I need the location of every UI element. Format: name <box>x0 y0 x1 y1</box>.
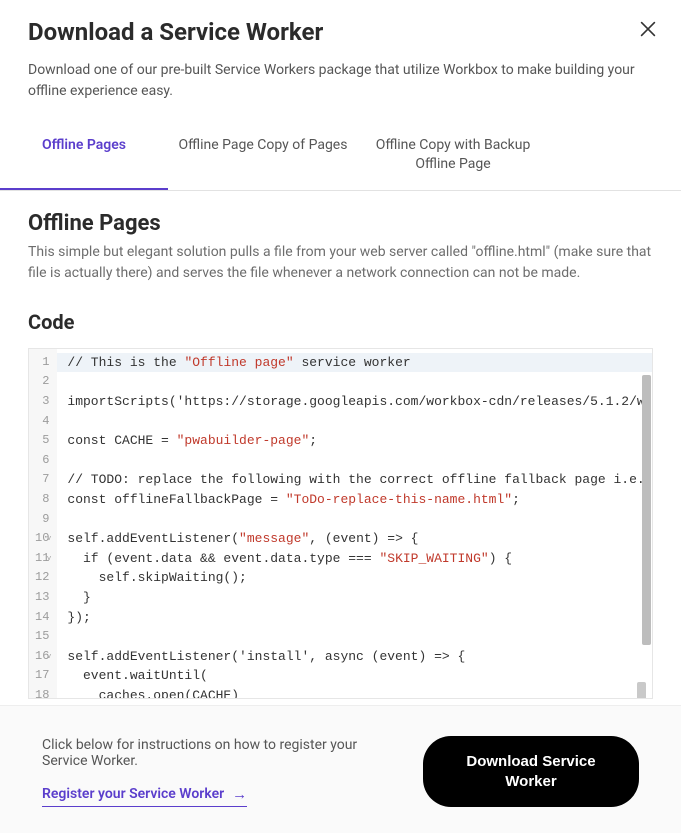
code-heading: Code <box>28 310 653 334</box>
line-number: 2 <box>35 372 49 392</box>
content-scrollbar-thumb[interactable] <box>642 375 651 645</box>
modal-title: Download a Service Worker <box>28 18 653 46</box>
line-number: 13 <box>35 588 49 608</box>
code-line <box>67 510 652 530</box>
code-line: // TODO: replace the following with the … <box>67 470 652 490</box>
code-line: self.addEventListener('install', async (… <box>67 647 652 667</box>
code-editor[interactable]: 12345678910˅11˅1213141516˅1718 // This i… <box>28 348 653 699</box>
editor-scrollbar-thumb[interactable] <box>637 682 646 699</box>
code-line: const CACHE = "pwabuilder-page"; <box>67 431 652 451</box>
line-number-gutter: 12345678910˅11˅1213141516˅1718 <box>29 349 57 698</box>
tab-offline-copy-backup[interactable]: Offline Copy with Backup Offline Page <box>358 120 548 190</box>
code-line: self.addEventListener("message", (event)… <box>67 529 652 549</box>
line-number: 12 <box>35 568 49 588</box>
section-description: This simple but elegant solution pulls a… <box>28 242 653 284</box>
arrow-right-icon: → <box>232 785 247 803</box>
fold-icon[interactable]: ˅ <box>47 530 52 550</box>
code-line: if (event.data && event.data.type === "S… <box>67 549 652 569</box>
line-number: 10˅ <box>35 529 49 549</box>
footer-hint: Click below for instructions on how to r… <box>42 737 405 769</box>
line-number: 15 <box>35 627 49 647</box>
tab-offline-page-copy[interactable]: Offline Page Copy of Pages <box>168 120 358 190</box>
code-line: importScripts('https://storage.googleapi… <box>67 392 652 412</box>
code-line: } <box>67 588 652 608</box>
line-number: 14 <box>35 608 49 628</box>
line-number: 8 <box>35 490 49 510</box>
code-line: self.skipWaiting(); <box>67 568 652 588</box>
code-line: }); <box>67 608 652 628</box>
line-number: 3 <box>35 392 49 412</box>
fold-icon[interactable]: ˅ <box>47 550 52 570</box>
modal-subtitle: Download one of our pre-built Service Wo… <box>0 46 681 102</box>
footer: Click below for instructions on how to r… <box>0 705 681 833</box>
content-area: Offline Pages This simple but elegant so… <box>0 191 681 705</box>
code-line <box>67 412 652 432</box>
code-line: const offlineFallbackPage = "ToDo-replac… <box>67 490 652 510</box>
fold-icon[interactable]: ˅ <box>47 648 52 668</box>
line-number: 4 <box>35 412 49 432</box>
tab-offline-pages[interactable]: Offline Pages <box>0 120 168 190</box>
register-sw-link[interactable]: Register your Service Worker → <box>42 785 247 807</box>
download-sw-button[interactable]: Download Service Worker <box>423 736 639 807</box>
line-number: 11˅ <box>35 549 49 569</box>
code-line: // This is the "Offline page" service wo… <box>57 353 652 373</box>
line-number: 7 <box>35 470 49 490</box>
code-line <box>67 451 652 471</box>
line-number: 5 <box>35 431 49 451</box>
line-number: 6 <box>35 451 49 471</box>
code-line: caches.open(CACHE) <box>67 686 652 698</box>
line-number: 17 <box>35 666 49 686</box>
close-button[interactable] <box>637 18 659 40</box>
line-number: 1 <box>35 353 49 373</box>
code-line <box>67 372 652 392</box>
close-icon <box>637 18 659 40</box>
code-line: event.waitUntil( <box>67 666 652 686</box>
code-body: // This is the "Offline page" service wo… <box>57 349 652 698</box>
code-line <box>67 627 652 647</box>
tabs: Offline Pages Offline Page Copy of Pages… <box>0 120 681 191</box>
line-number: 16˅ <box>35 647 49 667</box>
line-number: 18 <box>35 686 49 699</box>
section-title: Offline Pages <box>28 211 653 236</box>
line-number: 9 <box>35 510 49 530</box>
register-sw-link-text: Register your Service Worker <box>42 786 224 802</box>
